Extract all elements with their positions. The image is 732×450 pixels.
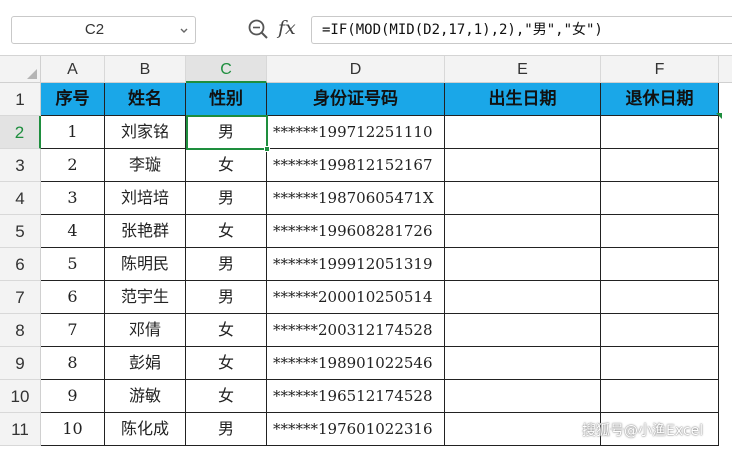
- cell-birth[interactable]: [445, 248, 601, 281]
- header-cell-no[interactable]: 序号: [41, 83, 105, 116]
- magnifier-icon[interactable]: [247, 18, 269, 40]
- cell-retire[interactable]: [601, 347, 719, 380]
- row-header-11[interactable]: 11: [0, 413, 41, 446]
- column-header-c[interactable]: C: [186, 56, 267, 83]
- cell-gender[interactable]: 女: [186, 215, 267, 248]
- cell-birth[interactable]: [445, 347, 601, 380]
- cell-no[interactable]: 9: [41, 380, 105, 413]
- corner-triangle-icon: [27, 69, 37, 79]
- column-header-d[interactable]: D: [267, 56, 445, 83]
- name-box-value[interactable]: C2: [12, 17, 177, 43]
- cell-birth[interactable]: [445, 413, 601, 446]
- cell-id[interactable]: ******200010250514: [267, 281, 445, 314]
- row-header-6[interactable]: 6: [0, 248, 41, 281]
- row-header-1[interactable]: 1: [0, 83, 41, 116]
- cell-id[interactable]: ******200312174528: [267, 314, 445, 347]
- cell-gender[interactable]: 男: [186, 182, 267, 215]
- cell-no[interactable]: 1: [41, 116, 105, 149]
- formula-bar: C2 fx =IF(MOD(MID(D2,17,1),2),"男","女"): [0, 0, 732, 56]
- cell-birth[interactable]: [445, 215, 601, 248]
- cell-birth[interactable]: [445, 380, 601, 413]
- cell-id[interactable]: ******199812152167: [267, 149, 445, 182]
- cell-name[interactable]: 刘培培: [105, 182, 186, 215]
- cell-birth[interactable]: [445, 281, 601, 314]
- cell-id[interactable]: ******19870605471X: [267, 182, 445, 215]
- cell-birth[interactable]: [445, 314, 601, 347]
- cell-no[interactable]: 6: [41, 281, 105, 314]
- cell-gender[interactable]: 男: [186, 413, 267, 446]
- row-header-8[interactable]: 8: [0, 314, 41, 347]
- name-box[interactable]: C2: [11, 16, 196, 44]
- cell-no[interactable]: 5: [41, 248, 105, 281]
- column-header-overflow: [719, 56, 732, 83]
- cell-birth[interactable]: [445, 116, 601, 149]
- cell-gender[interactable]: 男: [186, 248, 267, 281]
- cell-birth[interactable]: [445, 149, 601, 182]
- column-header-a[interactable]: A: [41, 56, 105, 83]
- select-all-corner[interactable]: [0, 56, 41, 83]
- cell-id[interactable]: ******197601022316: [267, 413, 445, 446]
- row-header-5[interactable]: 5: [0, 215, 41, 248]
- cell-retire[interactable]: [601, 314, 719, 347]
- row-header-3[interactable]: 3: [0, 149, 41, 182]
- header-cell-id[interactable]: 身份证号码: [267, 83, 445, 116]
- row-header-9[interactable]: 9: [0, 347, 41, 380]
- column-header-e[interactable]: E: [445, 56, 601, 83]
- cell-retire[interactable]: [601, 215, 719, 248]
- column-header-b[interactable]: B: [105, 56, 186, 83]
- row-header-4[interactable]: 4: [0, 182, 41, 215]
- fill-handle[interactable]: [264, 146, 270, 152]
- row-header-2[interactable]: 2: [0, 116, 41, 149]
- cell-gender[interactable]: 女: [186, 314, 267, 347]
- header-cell-birth[interactable]: 出生日期: [445, 83, 601, 116]
- cell-no[interactable]: 8: [41, 347, 105, 380]
- cell-name[interactable]: 刘家铭: [105, 116, 186, 149]
- cell-name[interactable]: 陈明民: [105, 248, 186, 281]
- watermark: 搜狐号@小渔Excel: [582, 423, 704, 439]
- cell-id[interactable]: ******199608281726: [267, 215, 445, 248]
- cell-gender[interactable]: 女: [186, 380, 267, 413]
- cell-retire[interactable]: [601, 149, 719, 182]
- header-cell-retire[interactable]: 退休日期: [601, 83, 719, 116]
- comment-marker: [716, 113, 722, 119]
- formula-input[interactable]: =IF(MOD(MID(D2,17,1),2),"男","女"): [311, 16, 732, 44]
- chevron-down-icon[interactable]: [178, 24, 190, 36]
- cell-gender[interactable]: 女: [186, 347, 267, 380]
- cell-retire[interactable]: [601, 182, 719, 215]
- cell-name[interactable]: 邓倩: [105, 314, 186, 347]
- cell-no[interactable]: 3: [41, 182, 105, 215]
- cell-id[interactable]: ******199912051319: [267, 248, 445, 281]
- cell-gender[interactable]: 女: [186, 149, 267, 182]
- cell-gender[interactable]: 男: [186, 116, 267, 149]
- cell-name[interactable]: 张艳群: [105, 215, 186, 248]
- cell-id[interactable]: ******198901022546: [267, 347, 445, 380]
- header-cell-gender[interactable]: 性别: [186, 83, 267, 116]
- cell-birth[interactable]: [445, 182, 601, 215]
- cell-no[interactable]: 10: [41, 413, 105, 446]
- cell-name[interactable]: 陈化成: [105, 413, 186, 446]
- cell-gender[interactable]: 男: [186, 281, 267, 314]
- row-header-7[interactable]: 7: [0, 281, 41, 314]
- cell-retire[interactable]: [601, 116, 719, 149]
- cell-name[interactable]: 范宇生: [105, 281, 186, 314]
- cell-name[interactable]: 李璇: [105, 149, 186, 182]
- fx-icon[interactable]: fx: [278, 15, 302, 41]
- row-header-10[interactable]: 10: [0, 380, 41, 413]
- cell-no[interactable]: 7: [41, 314, 105, 347]
- cell-name[interactable]: 彭娟: [105, 347, 186, 380]
- cell-id[interactable]: ******196512174528: [267, 380, 445, 413]
- cell-no[interactable]: 4: [41, 215, 105, 248]
- cell-name[interactable]: 游敏: [105, 380, 186, 413]
- cell-retire[interactable]: [601, 380, 719, 413]
- cell-id[interactable]: ******199712251110: [267, 116, 445, 149]
- cell-no[interactable]: 2: [41, 149, 105, 182]
- cell-retire[interactable]: [601, 248, 719, 281]
- column-header-f[interactable]: F: [601, 56, 719, 83]
- cell-retire[interactable]: [601, 281, 719, 314]
- header-cell-name[interactable]: 姓名: [105, 83, 186, 116]
